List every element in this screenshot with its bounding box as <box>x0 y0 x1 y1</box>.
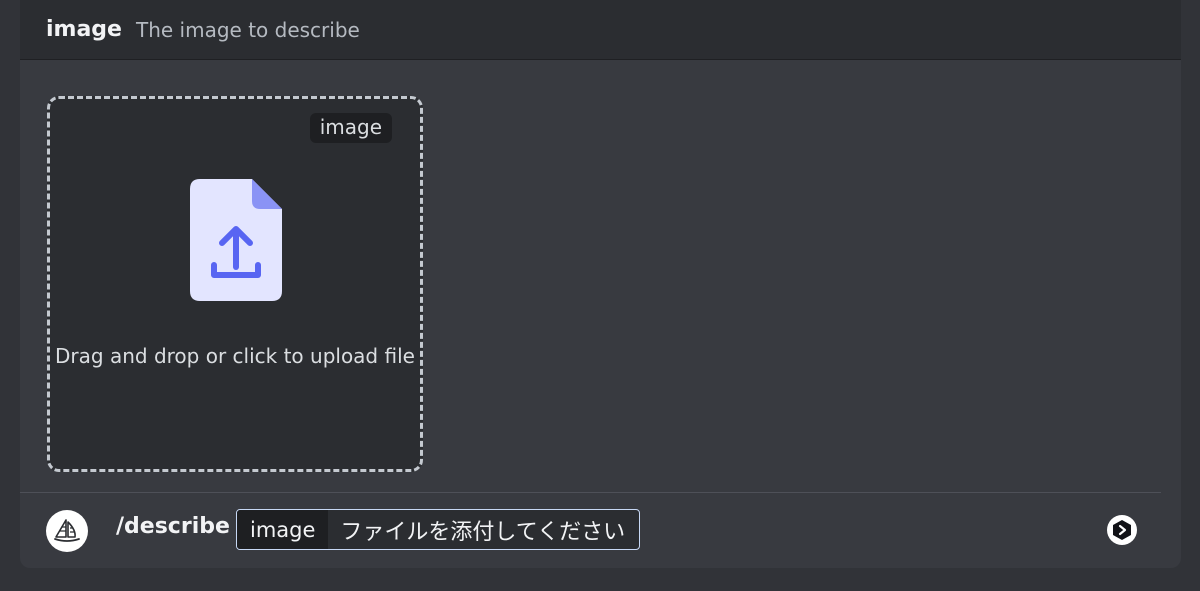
app-badge-icon[interactable] <box>1107 515 1137 545</box>
option-header: image The image to describe <box>20 0 1181 60</box>
sailboat-icon <box>46 510 88 552</box>
dropzone-tag: image <box>309 113 392 143</box>
command-param-value[interactable]: ファイルを添付してください <box>328 510 639 549</box>
file-dropzone[interactable]: image Drag and drop or click to upload f… <box>47 96 423 472</box>
command-input[interactable]: image ファイルを添付してください <box>236 509 641 550</box>
command-param-chip[interactable]: image <box>237 510 329 549</box>
dropzone-instructions: Drag and drop or click to upload file <box>55 344 415 368</box>
command-options-panel: image The image to describe image Drag a… <box>20 0 1181 568</box>
divider <box>20 492 1161 493</box>
option-name: image <box>46 17 122 42</box>
slash-command: /describe <box>116 514 230 539</box>
option-description: The image to describe <box>135 17 360 42</box>
file-upload-icon <box>190 179 282 301</box>
